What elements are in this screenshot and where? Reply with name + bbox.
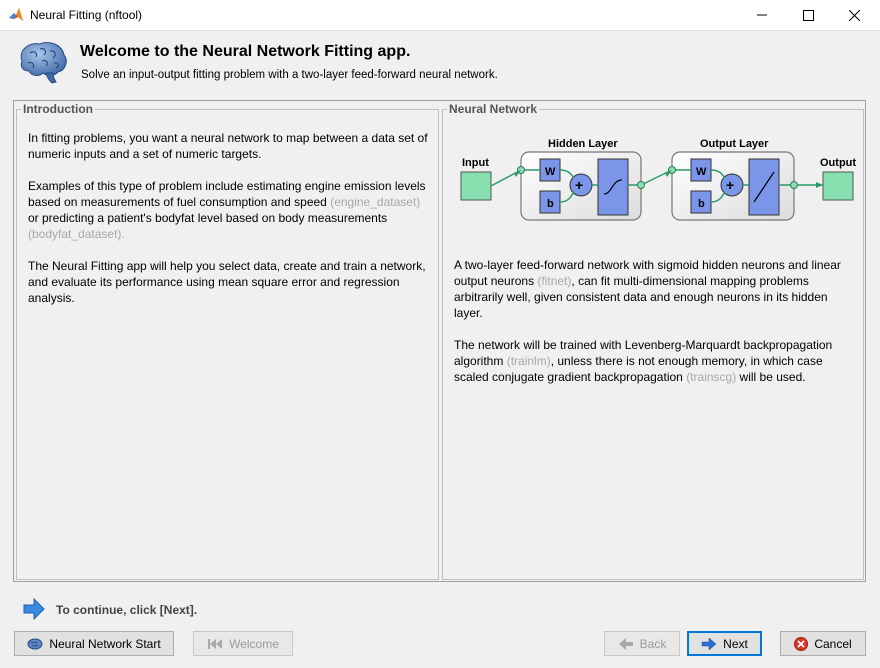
brain-small-icon xyxy=(27,638,43,649)
minimize-button[interactable] xyxy=(739,0,785,30)
input-label: Input xyxy=(462,157,489,169)
intro-paragraph-3: The Neural Fitting app will help you sel… xyxy=(28,258,428,306)
hidden-bias-label: b xyxy=(547,198,554,210)
trainlm-link[interactable]: (trainlm) xyxy=(507,354,551,368)
next-button[interactable]: Next xyxy=(687,631,762,656)
page-title: Welcome to the Neural Network Fitting ap… xyxy=(80,43,411,60)
brain-icon xyxy=(20,41,67,84)
engine-dataset-link[interactable]: (engine_dataset) xyxy=(330,195,420,209)
window-title: Neural Fitting (nftool) xyxy=(30,8,143,22)
input-node xyxy=(460,171,492,201)
fitnet-link[interactable]: (fitnet) xyxy=(537,274,571,288)
cancel-button-label: Cancel xyxy=(814,636,852,651)
back-button-label: Back xyxy=(639,636,667,651)
intro-text-3: The Neural Fitting app will help you sel… xyxy=(28,259,426,305)
intro-text-2c: or predicting a patient's bodyfat level … xyxy=(28,211,388,225)
introduction-legend: Introduction xyxy=(21,102,95,116)
cancel-button[interactable]: Cancel xyxy=(780,631,866,656)
output-label: Output xyxy=(820,157,856,169)
maximize-icon xyxy=(802,9,814,21)
network-diagram: Input Hidden Layer Output Layer Output W… xyxy=(460,138,856,221)
output-node xyxy=(822,171,854,201)
intro-paragraph-2: Examples of this type of problem include… xyxy=(28,178,428,242)
output-layer-label: Output Layer xyxy=(700,138,769,150)
hidden-layer-label: Hidden Layer xyxy=(548,138,618,150)
bodyfat-dataset-link[interactable]: (bodyfat_dataset). xyxy=(28,227,125,241)
next-button-label: Next xyxy=(723,636,748,651)
matlab-icon xyxy=(9,8,23,21)
back-button[interactable]: Back xyxy=(604,631,680,656)
close-icon xyxy=(848,9,860,21)
cancel-icon xyxy=(794,636,809,651)
welcome-header: Welcome to the Neural Network Fitting ap… xyxy=(0,31,880,91)
skip-back-icon xyxy=(208,638,223,649)
sigmoid-transfer-box xyxy=(597,158,629,216)
network-text-2e: will be used. xyxy=(739,370,806,384)
network-paragraph-1: A two-layer feed-forward network with si… xyxy=(454,257,856,321)
hidden-weight-label: W xyxy=(545,166,556,178)
minimize-icon xyxy=(757,14,767,16)
welcome-button-label: Welcome xyxy=(229,636,279,651)
close-window-button[interactable] xyxy=(831,0,877,30)
maximize-button[interactable] xyxy=(785,0,831,30)
output-sum-label: + xyxy=(726,177,734,193)
start-button-label: Neural Network Start xyxy=(49,636,161,651)
welcome-button[interactable]: Welcome xyxy=(193,631,293,656)
title-bar: Neural Fitting (nftool) xyxy=(0,0,880,31)
neural-network-start-button[interactable]: Neural Network Start xyxy=(14,631,174,656)
intro-text-1: In fitting problems, you want a neural n… xyxy=(28,131,428,161)
output-bias-label: b xyxy=(698,198,705,210)
network-paragraph-2: The network will be trained with Levenbe… xyxy=(454,337,856,385)
intro-paragraph-1: In fitting problems, you want a neural n… xyxy=(28,130,428,162)
continue-hint: To continue, click [Next]. xyxy=(56,603,198,617)
page-subtitle: Solve an input-output fitting problem wi… xyxy=(81,69,498,81)
trainscg-link[interactable]: (trainscg) xyxy=(686,370,736,384)
hidden-sum-label: + xyxy=(575,177,583,193)
output-weight-label: W xyxy=(696,166,707,178)
arrow-right-small-icon xyxy=(701,637,717,650)
neural-network-legend: Neural Network xyxy=(447,102,540,116)
arrow-right-icon xyxy=(23,598,45,620)
arrow-left-icon xyxy=(618,637,633,650)
